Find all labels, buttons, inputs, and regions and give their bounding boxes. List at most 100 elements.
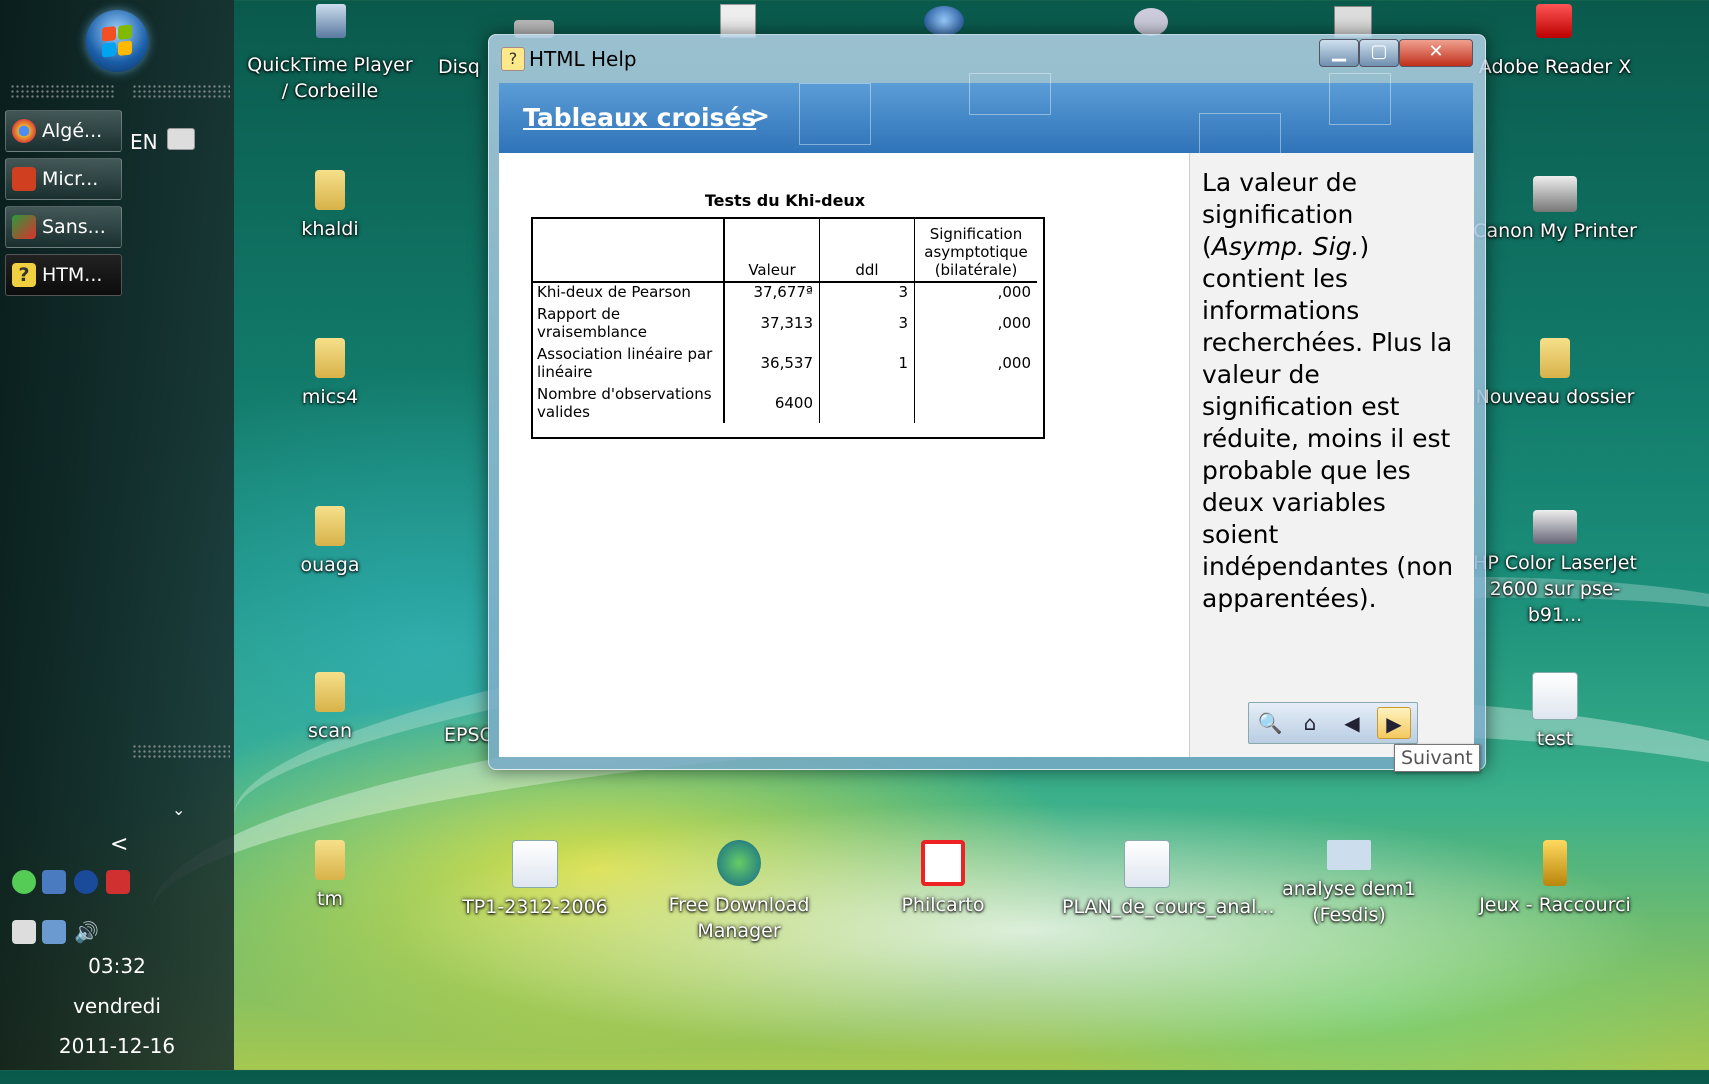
next-tooltip: Suivant [1394, 744, 1480, 772]
desktop-icon-mics4[interactable]: mics4 [245, 338, 415, 410]
grip-dots[interactable] [132, 744, 230, 758]
security-tray-icon[interactable] [12, 870, 36, 894]
desktop-icon-tm[interactable]: tm [245, 840, 415, 912]
cell-value: 36,537 [724, 343, 820, 383]
khi-deux-table: Valeur ddl Signification asymptotique (b… [531, 217, 1037, 423]
language-indicator[interactable]: EN [130, 130, 158, 154]
clock-time[interactable]: 03:32 [0, 954, 234, 978]
vertical-taskbar: Algé... Micr... Sans... ? HTM... EN ⌄ < … [0, 0, 234, 1070]
cell-value: 6400 [724, 383, 820, 423]
desktop-icon-adobe-reader[interactable]: Adobe Reader X [1470, 54, 1640, 80]
row-label: Rapport de vraisemblance [531, 303, 725, 343]
grip-dots[interactable] [10, 84, 114, 98]
philcarto-icon [921, 840, 965, 886]
file-icon [1327, 840, 1371, 870]
row-label: Khi-deux de Pearson [531, 282, 725, 303]
desktop-icon-plan-de-cours[interactable]: PLAN_de_cours_anal... [1062, 840, 1275, 920]
desktop-icon-disque[interactable]: Disq [438, 54, 488, 80]
window-title: HTML Help [529, 47, 637, 71]
folder-icon [315, 338, 345, 378]
cell-ddl: 3 [819, 282, 915, 303]
table-row: Rapport de vraisemblance 37,313 3 ,000 [531, 303, 1037, 343]
disc-icon[interactable] [1134, 8, 1168, 36]
table-header: Valeur [724, 217, 820, 283]
table-header: ddl [819, 217, 915, 283]
cell-ddl [819, 383, 915, 423]
word-document-icon [1124, 840, 1170, 888]
device-tray-icon[interactable] [12, 920, 36, 944]
content-pane: Tests du Khi-deux Valeur ddl Significati… [499, 153, 1189, 757]
start-button[interactable] [86, 10, 148, 72]
desktop-icon-nouveau-dossier[interactable]: Nouveau dossier [1470, 338, 1640, 410]
desktop-icon-hp-laserjet[interactable]: HP Color LaserJet 2600 sur pse-b91... [1470, 510, 1640, 628]
chevron-left-icon[interactable]: < [110, 832, 128, 857]
desktop-icon-free-download-manager[interactable]: Free Download Manager [654, 840, 824, 944]
desktop-icon-canon-my-printer[interactable]: Canon My Printer [1470, 176, 1640, 244]
desktop-icon-khaldi[interactable]: khaldi [245, 170, 415, 242]
taskbar-button-microsoft[interactable]: Micr... [5, 158, 122, 200]
volume-icon[interactable]: 🔊 [74, 920, 99, 944]
help-app-icon: ? [501, 47, 525, 71]
trophy-icon [1543, 840, 1567, 886]
row-label: Nombre d'observations valides [531, 383, 725, 423]
close-button[interactable]: ✕ [1399, 39, 1473, 67]
folder-icon [1540, 338, 1570, 378]
monitor-tray-icon[interactable] [42, 920, 66, 944]
help-icon: ? [12, 263, 36, 287]
next-icon[interactable]: ▶ [1377, 707, 1411, 739]
antivirus-tray-icon[interactable] [106, 870, 130, 894]
table-title: Tests du Khi-deux [704, 191, 866, 210]
document-icon[interactable] [720, 4, 756, 38]
desktop-icon-recycle-bin[interactable]: QuickTime Player / Corbeille [245, 52, 415, 104]
html-help-window[interactable]: ? HTML Help ▁ ▢ ✕ Tableaux croisés > Tes… [488, 34, 1486, 770]
maximize-button[interactable]: ▢ [1359, 39, 1399, 67]
topic-banner: Tableaux croisés > [499, 73, 1473, 165]
paint-icon [12, 215, 36, 239]
chevron-down-icon[interactable]: ⌄ [172, 800, 185, 819]
table-header [531, 217, 725, 283]
printer-icon [1533, 176, 1577, 212]
folder-icon [315, 170, 345, 210]
grip-dots[interactable] [132, 84, 230, 98]
text-file-icon [1532, 672, 1578, 720]
google-earth-icon[interactable] [924, 6, 964, 36]
cell-ddl: 1 [819, 343, 915, 383]
cell-ddl: 3 [819, 303, 915, 343]
clock-date[interactable]: 2011-12-16 [0, 1034, 234, 1058]
desktop-icon-tp1[interactable]: TP1-2312-2006 [450, 840, 620, 920]
desktop-icon-philcarto[interactable]: Philcarto [858, 840, 1028, 918]
taskbar-button-html-help[interactable]: ? HTM... [5, 254, 122, 296]
home-icon[interactable]: ⌂ [1293, 707, 1327, 739]
table-row: Khi-deux de Pearson 37,677ª 3 ,000 [531, 282, 1037, 303]
search-icon[interactable]: 🔍 [1253, 707, 1287, 739]
taskbar-button-sans-titre[interactable]: Sans... [5, 206, 122, 248]
clock-day[interactable]: vendredi [0, 994, 234, 1018]
recycle-bin-icon[interactable] [316, 4, 346, 38]
adobe-reader-icon[interactable] [1536, 4, 1572, 38]
table-header: Signification asymptotique (bilatérale) [914, 217, 1037, 283]
minimize-button[interactable]: ▁ [1319, 39, 1359, 67]
taskbar-button-chrome[interactable]: Algé... [5, 110, 122, 152]
desktop-icon-scan[interactable]: scan [245, 672, 415, 744]
cell-value: 37,313 [724, 303, 820, 343]
help-nav-toolbar: 🔍 ⌂ ◀ ▶ [1248, 702, 1418, 744]
cell-signification: ,000 [997, 354, 1031, 372]
back-icon[interactable]: ◀ [1335, 707, 1369, 739]
cell-signification: ,000 [997, 314, 1031, 332]
desktop-icon-epson[interactable]: EPSC [444, 722, 490, 748]
keyboard-icon[interactable] [167, 128, 195, 150]
download-manager-icon [717, 840, 761, 886]
folder-icon [315, 506, 345, 546]
desktop-icon-test[interactable]: test [1470, 672, 1640, 752]
update-tray-icon[interactable] [74, 870, 98, 894]
cell-signification [915, 383, 1038, 423]
explanation-text: La valeur de signification (Asymp. Sig.)… [1202, 168, 1454, 613]
desktop-icon-jeux[interactable]: Jeux - Raccourci [1470, 840, 1640, 918]
row-label: Association linéaire par linéaire [531, 343, 725, 383]
desktop-icon-analyse-dem1[interactable]: analyse dem1 (Fesdis) [1252, 840, 1446, 928]
folder-icon [315, 672, 345, 712]
breadcrumb-link[interactable]: Tableaux croisés [523, 103, 756, 132]
folder-icon [315, 840, 345, 880]
desktop-icon-ouaga[interactable]: ouaga [245, 506, 415, 578]
network-tray-icon[interactable] [42, 870, 66, 894]
